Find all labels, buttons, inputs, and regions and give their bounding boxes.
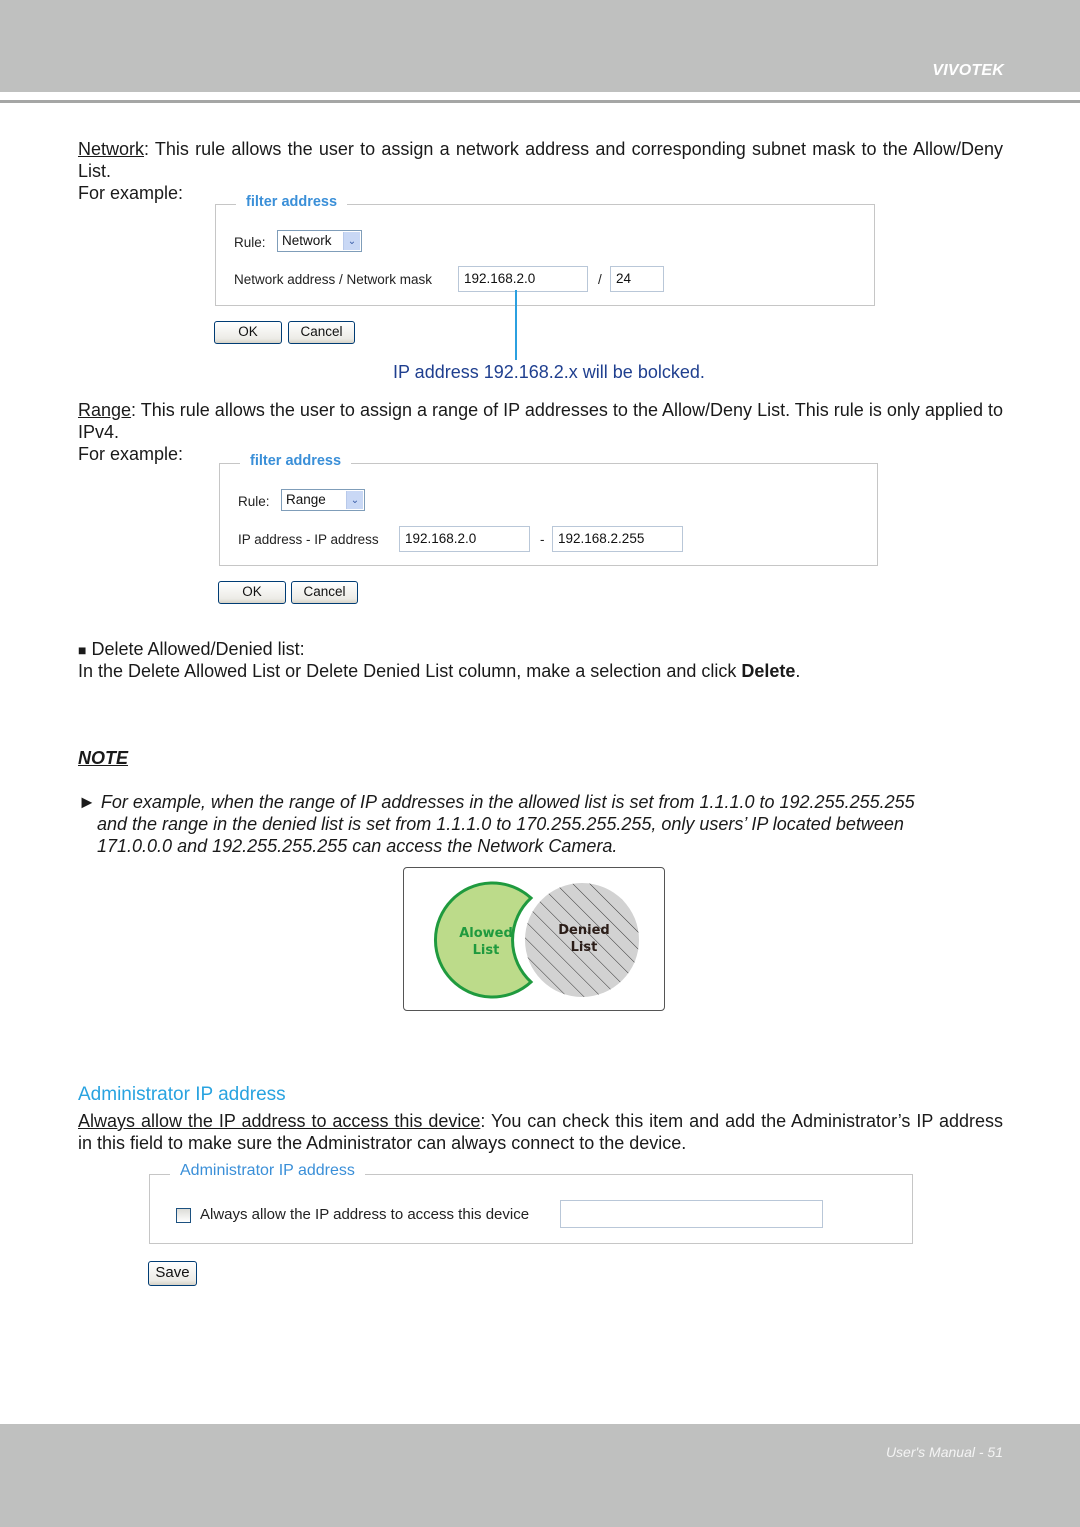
delete-bold-word: Delete — [741, 661, 796, 681]
callout-connector — [515, 290, 517, 360]
network-term: Network — [78, 139, 145, 159]
network-field-label: Network address / Network mask — [234, 272, 433, 287]
rule-select-value: Network — [282, 233, 332, 248]
network-example-label: For example: — [78, 183, 184, 203]
rule-select-value: Range — [286, 492, 326, 507]
denied-label-1: Denied — [558, 923, 609, 938]
cancel-button[interactable]: Cancel — [291, 581, 358, 604]
delete-text-end: . — [795, 661, 801, 681]
chevron-down-icon[interactable]: ⌄ — [346, 491, 363, 509]
admin-term: Always allow the IP address to access th… — [78, 1111, 481, 1131]
end-ip-input[interactable]: 192.168.2.255 — [552, 526, 683, 552]
venn-svg: Alowed List Denied List — [433, 881, 639, 999]
note-text: ► For example, when the range of IP addr… — [78, 791, 1003, 857]
range-example-label: For example: — [78, 444, 184, 464]
range-term: Range — [78, 400, 132, 420]
cancel-button[interactable]: Cancel — [288, 321, 355, 344]
ok-button[interactable]: OK — [214, 321, 282, 344]
range-field-label: IP address - IP address — [238, 532, 379, 547]
mask-separator: / — [598, 272, 602, 287]
page-footer — [0, 1424, 1080, 1527]
delete-text: In the Delete Allowed List or Delete Den… — [78, 661, 742, 681]
delete-heading-text: Delete Allowed/Denied list: — [91, 639, 305, 659]
delete-heading: ■ Delete Allowed/Denied list: — [78, 638, 305, 661]
rule-label: Rule: — [238, 494, 270, 509]
note-title: NOTE — [78, 748, 129, 768]
fieldset-legend: filter address — [236, 194, 348, 210]
admin-ip-input[interactable] — [560, 1200, 823, 1228]
rule-select[interactable]: Network ⌄ — [277, 230, 362, 252]
always-allow-label: Always allow the IP address to access th… — [200, 1206, 530, 1223]
rule-select[interactable]: Range ⌄ — [281, 489, 365, 511]
note-line-1: For example, when the range of IP addres… — [100, 792, 915, 812]
arrow-right-icon: ► — [78, 792, 96, 812]
always-allow-checkbox[interactable] — [176, 1208, 191, 1223]
brand-logo: VIVOTEK — [932, 62, 1004, 79]
delete-instructions: In the Delete Allowed List or Delete Den… — [78, 660, 800, 682]
note-line-3: 171.0.0.0 and 192.255.255.255 can access… — [97, 836, 618, 856]
admin-ip-fieldset: Administrator IP address Always allow th… — [149, 1162, 913, 1244]
network-address-input[interactable]: 192.168.2.0 — [458, 266, 588, 292]
network-paragraph: Network: This rule allows the user to as… — [78, 138, 1003, 182]
fieldset-legend: filter address — [240, 453, 352, 469]
start-ip-input[interactable]: 192.168.2.0 — [399, 526, 530, 552]
allowed-label-2: List — [473, 943, 500, 958]
chevron-down-icon[interactable]: ⌄ — [343, 232, 360, 250]
network-mask-input[interactable]: 24 — [610, 266, 664, 292]
callout-text: IP address 192.168.2.x will be bolcked. — [393, 362, 705, 382]
allowed-label-1: Alowed — [459, 926, 513, 941]
admin-paragraph: Always allow the IP address to access th… — [78, 1110, 1003, 1154]
ok-button[interactable]: OK — [218, 581, 286, 604]
page-header: VIVOTEK — [0, 0, 1080, 92]
venn-diagram: Alowed List Denied List — [403, 867, 665, 1011]
range-description: : This rule allows the user to assign a … — [78, 400, 1003, 442]
range-filter-fieldset: filter address Rule: Range ⌄ IP address … — [219, 453, 878, 566]
header-divider — [0, 100, 1080, 103]
save-button[interactable]: Save — [148, 1261, 197, 1286]
page-number: User's Manual - 51 — [885, 1444, 1003, 1460]
denied-label-2: List — [571, 940, 598, 955]
fieldset-legend: Administrator IP address — [170, 1162, 365, 1180]
rule-label: Rule: — [234, 235, 266, 250]
range-separator: - — [540, 532, 545, 547]
network-description: : This rule allows the user to assign a … — [78, 139, 1003, 181]
note-line-2: and the range in the denied list is set … — [97, 814, 904, 834]
range-paragraph: Range: This rule allows the user to assi… — [78, 399, 1003, 443]
section-title-admin-ip: Administrator IP address — [78, 1084, 286, 1105]
network-filter-fieldset: filter address Rule: Network ⌄ Network a… — [215, 194, 875, 306]
bullet-icon: ■ — [78, 642, 87, 658]
